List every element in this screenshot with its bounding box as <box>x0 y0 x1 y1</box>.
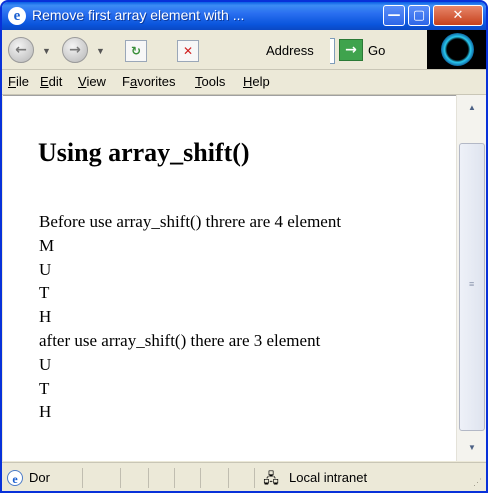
status-divider <box>228 468 229 488</box>
forward-arrow-icon[interactable]: → <box>62 37 88 63</box>
zone-label: Local intranet <box>289 470 368 485</box>
output-line: U <box>39 354 52 374</box>
forward-dropdown-icon[interactable]: ▼ <box>96 46 105 56</box>
address-input[interactable] <box>330 38 335 64</box>
output-line: T <box>39 378 50 398</box>
status-bar: e Dor 🖧 Local intranet ⋰ <box>2 462 486 491</box>
windows-logo-icon <box>441 33 474 66</box>
toolbar: ← ▼ → ▼ ↻ ✕ Address → Go <box>2 30 486 70</box>
menu-view[interactable]: View <box>78 74 106 89</box>
minimize-button[interactable]: — <box>383 5 405 26</box>
intranet-zone-icon: 🖧 <box>263 470 279 486</box>
status-text: Dor <box>29 470 50 485</box>
window-title: Remove first array element with ... <box>32 7 245 23</box>
page-status-icon: e <box>7 470 23 486</box>
menu-edit[interactable]: Edit <box>40 74 62 89</box>
output-line: H <box>39 307 52 327</box>
page-title: Using array_shift() <box>38 138 250 167</box>
ie-logo-icon: e <box>8 7 26 25</box>
page-content: Using array_shift() Before use array_shi… <box>3 95 456 461</box>
title-bar: e Remove first array element with ... — … <box>2 2 486 30</box>
status-divider <box>200 468 201 488</box>
status-divider <box>120 468 121 488</box>
vertical-scrollbar[interactable]: ▲ ≡ ▼ <box>456 95 486 461</box>
back-arrow-icon[interactable]: ← <box>8 37 34 63</box>
output-line: U <box>39 259 52 279</box>
grip-icon: ≡ <box>469 279 475 289</box>
menu-help[interactable]: Help <box>243 74 270 89</box>
go-arrow-icon[interactable]: → <box>339 39 363 61</box>
menu-bar: File Edit View Favorites Tools Help <box>2 70 486 95</box>
scroll-thumb[interactable]: ≡ <box>459 143 485 431</box>
output-lines: Before use array_shift() threre are 4 el… <box>39 210 341 424</box>
menu-tools[interactable]: Tools <box>195 74 225 89</box>
back-dropdown-icon[interactable]: ▼ <box>42 46 51 56</box>
status-divider <box>148 468 149 488</box>
output-line: Before use array_shift() threre are 4 el… <box>39 212 342 231</box>
refresh-icon[interactable]: ↻ <box>125 40 147 62</box>
output-line: T <box>39 283 50 303</box>
menu-file[interactable]: File <box>8 74 29 89</box>
maximize-button[interactable]: ▢ <box>408 5 430 26</box>
stop-icon[interactable]: ✕ <box>177 40 199 62</box>
status-divider <box>254 468 255 488</box>
go-button[interactable]: Go <box>368 43 385 58</box>
close-button[interactable]: ✕ <box>433 5 483 26</box>
status-divider <box>82 468 83 488</box>
output-line: H <box>39 402 52 422</box>
browser-window: e Remove first array element with ... — … <box>0 0 488 493</box>
output-line: after use array_shift() there are 3 elem… <box>39 330 321 350</box>
scroll-down-icon[interactable]: ▼ <box>459 437 485 459</box>
throbber <box>427 30 486 69</box>
address-label: Address <box>266 43 314 58</box>
status-divider <box>174 468 175 488</box>
resize-grip-icon[interactable]: ⋰ <box>473 477 482 488</box>
menu-favorites[interactable]: Favorites <box>122 74 175 89</box>
scroll-up-icon[interactable]: ▲ <box>459 97 485 119</box>
output-line: M <box>39 235 55 255</box>
